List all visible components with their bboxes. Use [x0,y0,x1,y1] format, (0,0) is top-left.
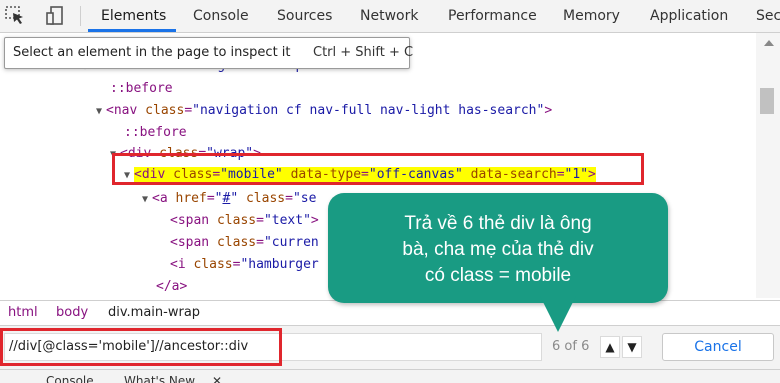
collapse-triangle-icon[interactable]: ▼ [96,106,102,117]
active-tab-indicator [88,29,176,32]
tooltip-shortcut: Ctrl + Shift + C [313,45,414,60]
tab-application[interactable]: Application [650,0,728,32]
chevron-up-icon[interactable]: ▲ [600,336,620,358]
annotation-callout: Trả về 6 thẻ div là ông bà, cha mẹ của t… [328,193,668,303]
drawer-tab-console[interactable]: Console [46,372,94,383]
tab-sources[interactable]: Sources [277,0,332,32]
tooltip-text: Select an element in the page to inspect… [13,45,291,60]
tree-scrollbar[interactable] [756,33,780,298]
tab-memory[interactable]: Memory [563,0,620,32]
toolbar-separator [80,6,81,26]
annotation-box-highlight [112,153,644,185]
inspect-tooltip: Select an element in the page to inspect… [4,37,414,69]
tree-node-i-hamburger[interactable]: <i class="hamburger [170,254,319,275]
tree-node-close-a[interactable]: </a> [156,276,187,297]
tree-pseudo-before[interactable]: ::before [110,78,173,99]
breadcrumb-html[interactable]: html [8,301,38,325]
breadcrumb-body[interactable]: body [56,301,88,325]
tab-network[interactable]: Network [360,0,418,32]
collapse-triangle-icon[interactable]: ▼ [142,194,148,205]
tree-node-nav[interactable]: ▼ <nav class="navigation cf nav-full nav-… [96,100,552,121]
chevron-down-icon[interactable]: ▼ [622,336,642,358]
scroll-thumb[interactable] [760,88,774,114]
inspect-cursor-icon[interactable] [4,4,28,28]
callout-line-3: có class = mobile [424,265,572,286]
scroll-up-icon[interactable] [764,40,774,46]
annotation-box-search [0,328,282,366]
tab-performance[interactable]: Performance [448,0,537,32]
device-toggle-icon[interactable] [44,4,68,28]
callout-line-2: bà, cha mẹ của thẻ div [402,239,594,260]
close-icon[interactable]: ✕ [212,372,222,383]
tree-node-span-current[interactable]: <span class="curren [170,232,319,253]
breadcrumb: html body div.main-wrap [0,300,780,325]
tree-node-span-text[interactable]: <span class="text"> [170,210,319,231]
tab-security[interactable]: Sec [756,0,780,32]
match-count: 6 of 6 [552,339,590,354]
tree-pseudo-before-2[interactable]: ::before [124,122,187,143]
callout-line-1: Trả về 6 thẻ div là ông [404,213,592,234]
drawer-tabs: Console What's New ✕ [0,369,780,383]
tab-elements[interactable]: Elements [101,0,166,32]
devtools-toolbar: Elements Console Sources Network Perform… [0,0,780,33]
breadcrumb-main-wrap[interactable]: div.main-wrap [108,301,200,325]
tab-console[interactable]: Console [193,0,249,32]
callout-pointer [540,296,576,332]
tree-node-anchor[interactable]: ▼ <a href="#" class="se [142,188,316,209]
drawer-tab-whats-new[interactable]: What's New [124,372,195,383]
cancel-button[interactable]: Cancel [662,333,774,361]
